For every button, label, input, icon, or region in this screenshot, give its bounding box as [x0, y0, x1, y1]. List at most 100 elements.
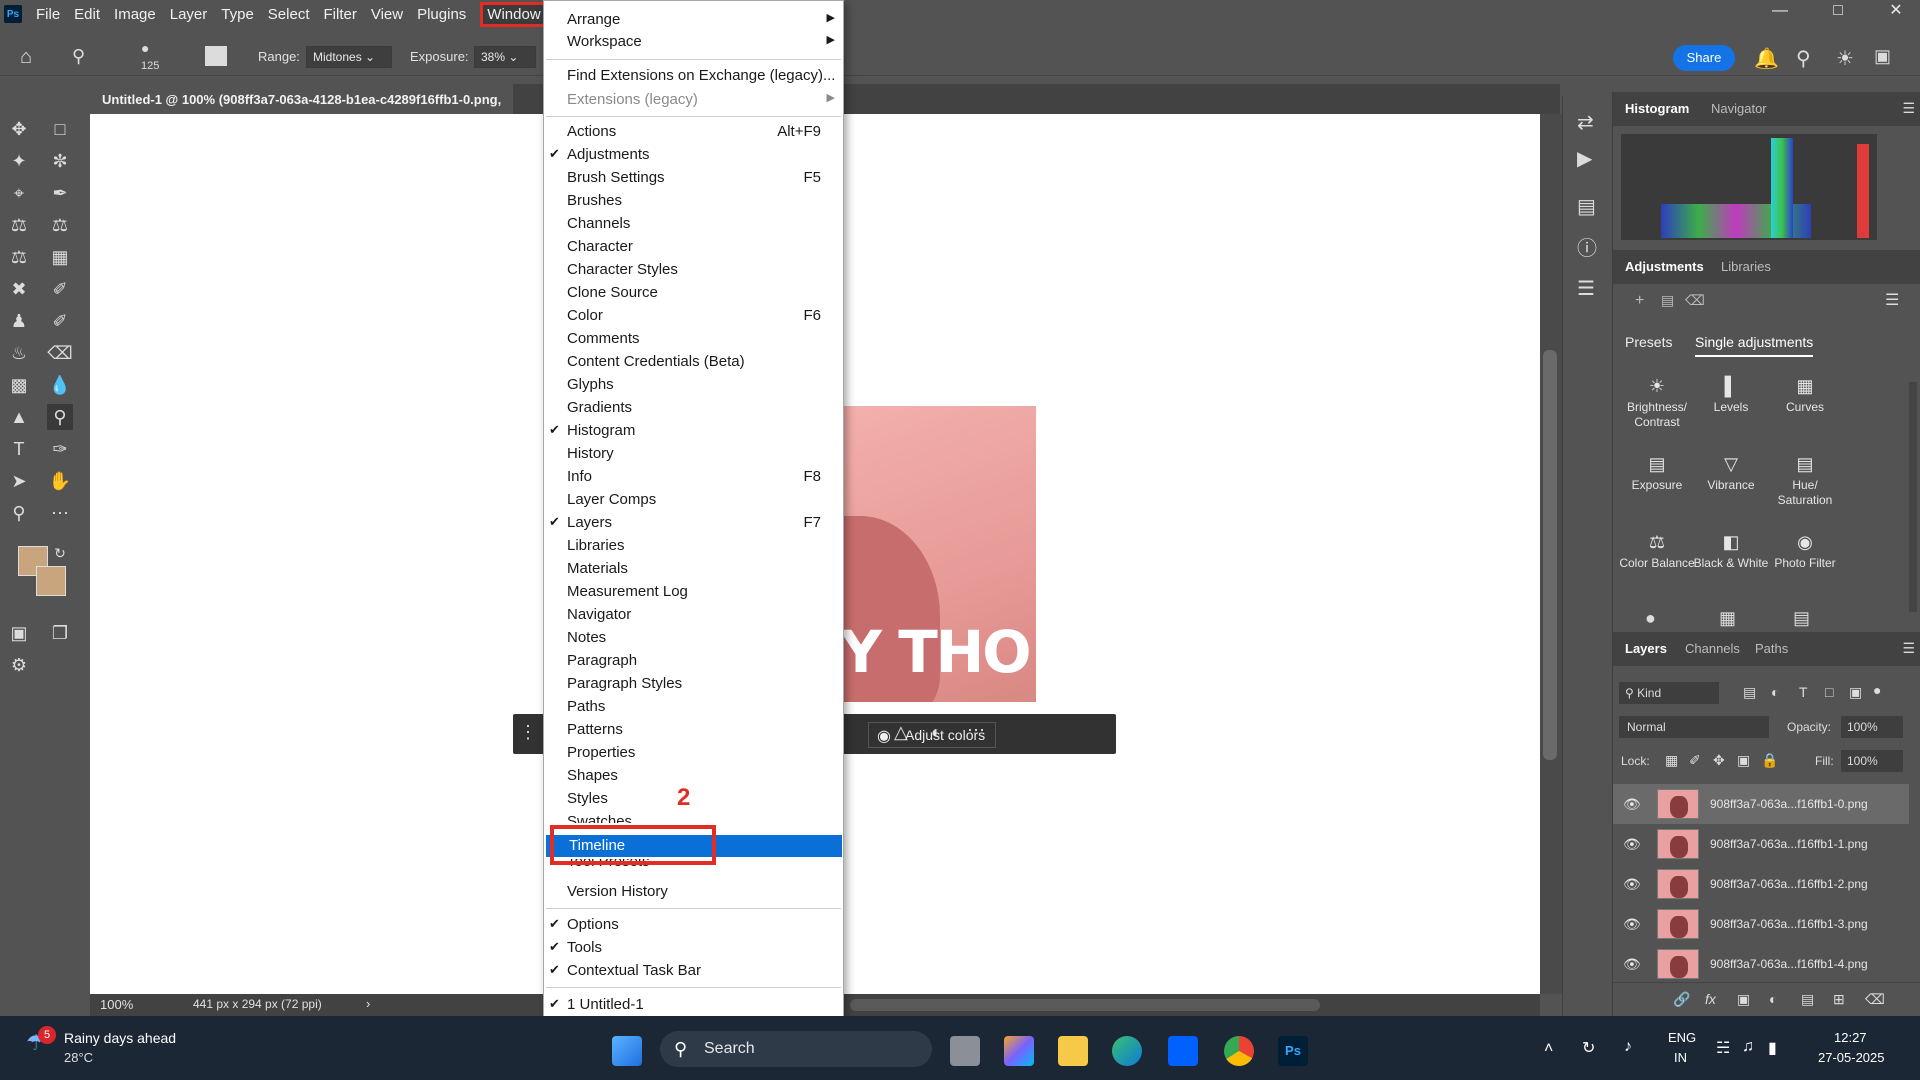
- document-info[interactable]: 441 px x 294 px (72 ppi): [193, 997, 322, 1011]
- menu-window[interactable]: Window: [480, 1, 548, 27]
- type-filter-icon[interactable]: T: [1799, 684, 1808, 700]
- menu-item-brush-settings[interactable]: Brush Settings F5: [544, 167, 843, 189]
- smart-object-filter-icon[interactable]: ▣: [1849, 684, 1862, 701]
- menu-item-options[interactable]: ✔ Options: [544, 914, 843, 936]
- menu-item-tools[interactable]: ✔ Tools: [544, 937, 843, 959]
- fx-icon[interactable]: fx: [1705, 991, 1716, 1007]
- share-button[interactable]: Share: [1673, 45, 1735, 71]
- menu-item-comments[interactable]: Comments: [544, 328, 843, 350]
- tab-paths[interactable]: Paths: [1755, 641, 1788, 656]
- quick-mask-icon[interactable]: ▣: [6, 620, 32, 646]
- tab-adjustments[interactable]: Adjustments: [1625, 259, 1704, 274]
- invert-icon[interactable]: ▤: [1793, 608, 1810, 629]
- shape-filter-icon[interactable]: □: [1825, 684, 1833, 700]
- menu-item-properties[interactable]: Properties: [544, 742, 843, 764]
- menu-item-brushes[interactable]: Brushes: [544, 190, 843, 212]
- menu-item-adjustments[interactable]: ✔ Adjustments: [544, 144, 843, 166]
- subtab-presets[interactable]: Presets: [1625, 334, 1672, 350]
- blend-mode-select[interactable]: Normal: [1619, 716, 1769, 738]
- lightbulb-icon[interactable]: ☀: [1836, 46, 1854, 71]
- weather-text[interactable]: Rainy days ahead: [64, 1030, 176, 1046]
- tab-layers[interactable]: Layers: [1625, 641, 1667, 656]
- eye-icon[interactable]: 👁: [1623, 916, 1641, 933]
- color-lookup-icon[interactable]: ▦: [1719, 608, 1736, 629]
- menu-item-content-credentials[interactable]: Content Credentials (Beta): [544, 351, 843, 373]
- adjustments-scrollbar[interactable]: [1909, 382, 1917, 612]
- adjustment-black-white[interactable]: ◧ Black & White: [1693, 532, 1769, 571]
- history-panel-icon[interactable]: ⇄: [1577, 110, 1594, 135]
- patch-tool-icon[interactable]: ▦: [47, 244, 73, 270]
- screen-mode-icon[interactable]: ❐: [47, 620, 73, 646]
- adjustment-photo-filter[interactable]: ◉ Photo Filter: [1767, 532, 1843, 571]
- adjustment-hue-saturation[interactable]: ▤ Hue/ Saturation: [1767, 454, 1843, 508]
- path-select-tool-icon[interactable]: ➤: [6, 468, 32, 494]
- background-color-swatch[interactable]: [36, 566, 66, 596]
- menu-item-shapes[interactable]: Shapes: [544, 765, 843, 787]
- lock-artboard-icon[interactable]: ▣: [1737, 752, 1750, 769]
- dropbox-icon[interactable]: [1168, 1036, 1198, 1066]
- new-group-icon[interactable]: ▤: [1801, 991, 1814, 1008]
- menu-view[interactable]: View: [371, 6, 403, 23]
- actions-play-icon[interactable]: ▶: [1577, 146, 1592, 171]
- tab-channels[interactable]: Channels: [1685, 641, 1740, 656]
- new-adjustment-icon[interactable]: ◐: [1769, 991, 1777, 1007]
- lock-all-icon[interactable]: 🔒: [1761, 752, 1778, 769]
- lock-position-icon[interactable]: ✥: [1713, 752, 1725, 769]
- swap-colors-icon[interactable]: ↻: [47, 540, 73, 566]
- clock-time[interactable]: 12:27: [1834, 1030, 1867, 1045]
- drag-handle-icon[interactable]: ⋮: [519, 722, 537, 743]
- adjustment-levels[interactable]: ▌ Levels: [1693, 376, 1769, 415]
- menu-filter[interactable]: Filter: [324, 6, 357, 23]
- crop-tool-icon[interactable]: ⌖: [6, 180, 32, 206]
- adjustment-color-balance[interactable]: ⚖ Color Balance: [1619, 532, 1695, 571]
- chevron-right-icon[interactable]: ›: [366, 996, 370, 1011]
- link-layers-icon[interactable]: 🔗: [1673, 991, 1690, 1008]
- menu-item-gradients[interactable]: Gradients: [544, 397, 843, 419]
- menu-edit[interactable]: Edit: [74, 6, 100, 23]
- chrome-icon[interactable]: [1224, 1036, 1254, 1066]
- microphone-icon[interactable]: ♪: [1624, 1038, 1632, 1056]
- properties-panel-icon[interactable]: ▤: [1577, 194, 1596, 219]
- menu-type[interactable]: Type: [221, 6, 254, 23]
- marquee-tool-icon[interactable]: □: [47, 116, 73, 142]
- home-icon[interactable]: ⌂: [20, 46, 32, 69]
- menu-item-color[interactable]: Color F6: [544, 305, 843, 327]
- menu-select[interactable]: Select: [268, 6, 310, 23]
- menu-item-untitled-1[interactable]: ✔ 1 Untitled-1: [544, 994, 843, 1016]
- horizontal-scroll-thumb[interactable]: [850, 999, 1320, 1011]
- adjustment-exposure[interactable]: ▤ Exposure: [1619, 454, 1695, 493]
- menu-item-navigator[interactable]: Navigator: [544, 604, 843, 626]
- edge-icon[interactable]: [1112, 1036, 1142, 1066]
- adjustment-vibrance[interactable]: ▽ Vibrance: [1693, 454, 1769, 493]
- menu-item-info[interactable]: Info F8: [544, 466, 843, 488]
- subtab-single-adjustments[interactable]: Single adjustments: [1695, 334, 1814, 357]
- bandage-tool-icon[interactable]: ⚖: [6, 244, 32, 270]
- dodge-tool-preset-icon[interactable]: ⚲: [72, 46, 85, 67]
- menu-item-actions[interactable]: Actions Alt+F9: [544, 121, 843, 143]
- type-tool-icon[interactable]: T: [6, 436, 32, 462]
- menu-item-materials[interactable]: Materials: [544, 558, 843, 580]
- menu-item-clone-source[interactable]: Clone Source: [544, 282, 843, 304]
- battery-icon[interactable]: ▮: [1768, 1038, 1777, 1058]
- tab-histogram[interactable]: Histogram: [1625, 101, 1689, 116]
- menu-item-swatches[interactable]: Swatches: [544, 811, 843, 823]
- menu-item-patterns[interactable]: Patterns: [544, 719, 843, 741]
- menu-item-find-extensions[interactable]: Find Extensions on Exchange (legacy)...: [544, 65, 843, 87]
- menu-item-styles[interactable]: Styles: [544, 788, 843, 810]
- vertical-scroll-thumb[interactable]: [1543, 350, 1557, 760]
- menu-item-paragraph[interactable]: Paragraph: [544, 650, 843, 672]
- adjust-colors-button[interactable]: ◉ Adjust colors: [868, 722, 997, 748]
- spot-healing-tool-icon[interactable]: ⚖: [6, 212, 32, 238]
- exposure-input[interactable]: 38% ⌄: [474, 46, 536, 68]
- hand-tool-icon[interactable]: ✋: [47, 468, 73, 494]
- history-brush-tool-icon[interactable]: ✐: [47, 308, 73, 334]
- file-explorer-icon[interactable]: [1058, 1036, 1088, 1066]
- more-tools-icon[interactable]: ⋯: [47, 500, 73, 526]
- menu-image[interactable]: Image: [114, 6, 156, 23]
- adjustment-filter-icon[interactable]: ◐: [1771, 684, 1779, 700]
- folder-icon[interactable]: ▤: [1661, 292, 1674, 309]
- eye-icon[interactable]: 👁: [1623, 876, 1641, 893]
- menu-item-paths[interactable]: Paths: [544, 696, 843, 718]
- menu-item-layers[interactable]: ✔ Layers F7: [544, 512, 843, 534]
- close-icon[interactable]: ✕: [1876, 0, 1916, 22]
